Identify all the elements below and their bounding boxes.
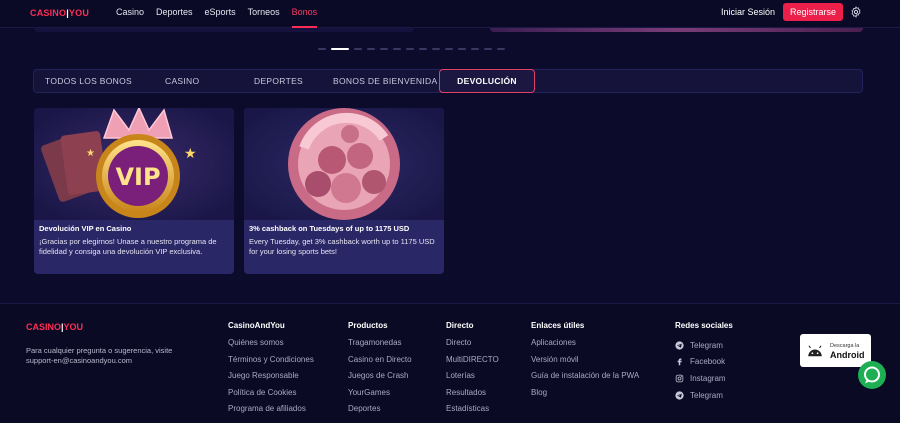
card-description: ¡Gracias por elegirnos! Unase a nuestro … xyxy=(39,237,217,256)
carousel-dot[interactable] xyxy=(471,48,479,50)
top-header: CASINO|YOU Casino Deportes eSports Torne… xyxy=(0,0,900,28)
carousel-dot[interactable] xyxy=(497,48,505,50)
footer-col-productos: Productos Tragamonedas Casino en Directo… xyxy=(348,321,412,420)
logo-text-right: YOU xyxy=(68,8,90,18)
chat-icon xyxy=(864,366,880,384)
footer-col-title: Directo xyxy=(446,321,474,330)
card-title: Devolución VIP en Casino xyxy=(39,224,132,233)
bonus-card-cashback[interactable]: 3% cashback on Tuesdays of up to 1175 US… xyxy=(244,108,444,274)
footer-link[interactable]: Juego Responsable xyxy=(228,370,314,387)
nav-esports[interactable]: eSports xyxy=(205,0,236,28)
social-telegram[interactable]: Telegram xyxy=(675,387,733,404)
instagram-icon xyxy=(675,374,684,383)
nav-torneos[interactable]: Torneos xyxy=(248,0,280,28)
footer-link[interactable]: Resultados xyxy=(446,387,499,404)
footer-link[interactable]: Blog xyxy=(531,387,639,404)
footer-col-title: Productos xyxy=(348,321,388,330)
social-label: Telegram xyxy=(690,340,723,350)
sports-balls-image xyxy=(244,108,444,220)
footer-link[interactable]: Estadísticas xyxy=(446,403,499,420)
carousel-dot[interactable] xyxy=(419,48,427,50)
footer-col-title: CasinoAndYou xyxy=(228,321,285,330)
footer-link[interactable]: Versión móvil xyxy=(531,354,639,371)
tab-casino[interactable]: CASINO xyxy=(165,70,199,92)
tab-todos-los-bonos[interactable]: TODOS LOS BONOS xyxy=(45,70,132,92)
footer-link[interactable]: Tragamonedas xyxy=(348,337,412,354)
carousel-dot[interactable] xyxy=(393,48,401,50)
carousel-dot[interactable] xyxy=(445,48,453,50)
tab-bonos-de-bienvenida[interactable]: BONOS DE BIENVENIDA xyxy=(333,70,437,92)
facebook-icon xyxy=(677,358,682,366)
social-label: Instagram xyxy=(690,373,726,383)
social-label: Telegram xyxy=(690,390,723,400)
carousel-dot-active[interactable] xyxy=(331,48,349,50)
carousel-dot[interactable] xyxy=(380,48,388,50)
footer-link[interactable]: Deportes xyxy=(348,403,412,420)
register-button[interactable]: Registrarse xyxy=(783,3,843,21)
gear-icon[interactable] xyxy=(850,6,862,18)
nav-casino[interactable]: Casino xyxy=(116,0,144,28)
bonus-card-vip[interactable]: VIP ★ ★ Devolución VIP en Casino ¡Gracia… xyxy=(34,108,234,274)
main-nav: Casino Deportes eSports Torneos Bonos xyxy=(116,0,317,28)
carousel-dots xyxy=(318,48,505,50)
banner-slide-left xyxy=(34,28,414,32)
footer-link[interactable]: Quiénes somos xyxy=(228,337,314,354)
chat-button[interactable] xyxy=(858,361,886,389)
svg-text:★: ★ xyxy=(184,146,197,162)
android-icon xyxy=(808,345,822,357)
card-title: 3% cashback on Tuesdays of up to 1175 US… xyxy=(249,224,410,233)
nav-deportes[interactable]: Deportes xyxy=(156,0,193,28)
bonus-tabs: TODOS LOS BONOS CASINO DEPORTES BONOS DE… xyxy=(33,69,863,93)
footer-link[interactable]: Loterías xyxy=(446,370,499,387)
footer-contact: Para cualquier pregunta o sugerencia, vi… xyxy=(26,346,173,365)
footer-link[interactable]: Aplicaciones xyxy=(531,337,639,354)
card-description: Every Tuesday, get 3% cashback worth up … xyxy=(249,237,435,256)
footer-col-directo: Directo Directo MultiDIRECTO Loterías Re… xyxy=(446,321,499,420)
social-label: Facebook xyxy=(690,357,726,367)
footer-col-enlaces-utiles: Enlaces útiles Aplicaciones Versión móvi… xyxy=(531,321,639,403)
social-facebook[interactable]: Facebook xyxy=(675,354,733,371)
footer-col-title: Redes sociales xyxy=(675,321,733,330)
footer-link[interactable]: Términos y Condiciones xyxy=(228,354,314,371)
nav-bonos[interactable]: Bonos xyxy=(291,0,317,28)
footer-link[interactable]: YourGames xyxy=(348,387,412,404)
footer-link[interactable]: Guía de instalación de la PWA xyxy=(531,370,639,387)
footer-link[interactable]: Casino en Directo xyxy=(348,354,412,371)
footer-link[interactable]: MultiDIRECTO xyxy=(446,354,499,371)
android-badge-title: Android xyxy=(830,350,865,360)
logo-text-left: CASINO xyxy=(30,8,67,18)
svg-text:★: ★ xyxy=(86,148,95,159)
vip-crown-image: VIP ★ ★ xyxy=(34,108,234,220)
social-instagram[interactable]: Instagram xyxy=(675,370,733,387)
footer-link[interactable]: Política de Cookies xyxy=(228,387,314,404)
banner-slide-right xyxy=(490,28,863,32)
login-link[interactable]: Iniciar Sesión xyxy=(721,7,775,17)
carousel-dot[interactable] xyxy=(406,48,414,50)
social-telegram[interactable]: Telegram xyxy=(675,337,733,354)
svg-text:VIP: VIP xyxy=(115,163,160,191)
logo-text-left: CASINO xyxy=(26,322,62,332)
site-footer: CASINO|YOU Para cualquier pregunta o sug… xyxy=(0,303,900,423)
footer-logo[interactable]: CASINO|YOU xyxy=(26,322,83,332)
brand-logo[interactable]: CASINO|YOU xyxy=(30,8,89,18)
footer-link[interactable]: Juegos de Crash xyxy=(348,370,412,387)
footer-link[interactable]: Directo xyxy=(446,337,499,354)
carousel-dot[interactable] xyxy=(458,48,466,50)
footer-col-redes-sociales: Redes sociales Telegram Facebook Instagr… xyxy=(675,321,733,403)
tab-deportes[interactable]: DEPORTES xyxy=(254,70,303,92)
carousel-dot[interactable] xyxy=(367,48,375,50)
carousel-dot[interactable] xyxy=(432,48,440,50)
footer-col-casinoandyou: CasinoAndYou Quiénes somos Términos y Co… xyxy=(228,321,314,420)
carousel-dot[interactable] xyxy=(484,48,492,50)
footer-col-title: Enlaces útiles xyxy=(531,321,585,330)
carousel-dot[interactable] xyxy=(354,48,362,50)
tab-devolucion[interactable]: DEVOLUCIÓN xyxy=(439,69,535,93)
android-badge-caption: Descarga la xyxy=(830,343,860,349)
telegram-icon xyxy=(675,390,684,400)
telegram-icon xyxy=(675,341,684,350)
footer-link[interactable]: Programa de afiliados xyxy=(228,403,314,420)
carousel-dot[interactable] xyxy=(318,48,326,50)
logo-text-right: YOU xyxy=(63,322,84,332)
